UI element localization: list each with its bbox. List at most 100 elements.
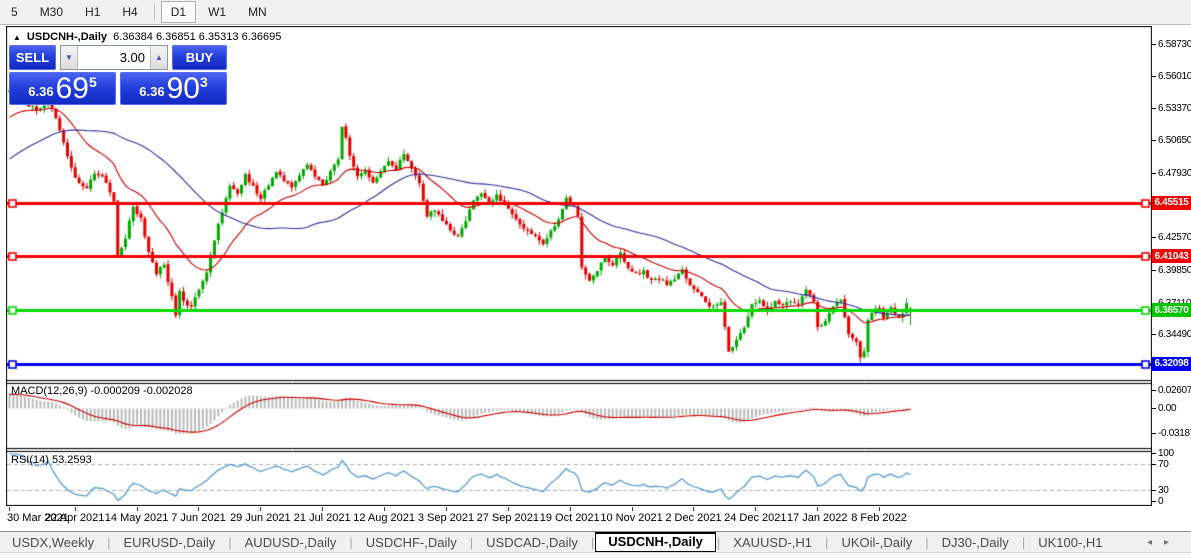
chart-tab-usdcnh[interactable]: USDCNH-,Daily [595,531,716,552]
collapse-chart-icon[interactable]: ▲ [13,33,21,42]
date-tick [879,507,881,511]
chart-tab-xauusd[interactable]: XAUUSD-,H1 [721,534,824,551]
price-axis-tick: 6.53370 [1152,102,1191,114]
tick-dash [1152,334,1156,336]
timeframe-button-d1[interactable]: D1 [160,1,197,23]
timeframe-button-5[interactable]: 5 [1,1,28,23]
sell-price-big: 69 [55,72,89,105]
tab-scroll-right-icon[interactable]: ▸ [1164,537,1181,548]
toolbar-separator [153,3,155,21]
tick-dash [1152,452,1156,454]
tab-scroll-left-icon[interactable]: ◂ [1147,537,1164,548]
tick-dash [1152,407,1156,409]
tick-dash [1152,237,1156,239]
date-label: 21 Jul 2021 [293,512,351,524]
date-tick [631,507,633,511]
date-tick [817,507,819,511]
chart-tab-ukoil[interactable]: UKOil-,Daily [829,534,924,551]
date-tick [198,507,200,511]
timeframe-toolbar: 5 M30 H1 H4 D1 W1 MN [0,0,1191,25]
rsi-indicator-label: RSI(14) 53.2593 [11,454,92,466]
tick-dash [1152,270,1156,272]
chart-tab-usdcad[interactable]: USDCAD-,Daily [474,534,590,551]
date-tick [445,507,447,511]
price-axis-tick: 6.50650 [1152,135,1191,147]
price-line-badge: 6.45515 [1152,195,1191,210]
price-line-badge: 6.36570 [1152,303,1191,318]
chart-tab-eurusd[interactable]: EURUSD-,Daily [112,534,228,551]
chart-tab-usdchf[interactable]: USDCHF-,Daily [354,534,469,551]
tick-dash [1152,173,1156,175]
timeframe-button-h4[interactable]: H4 [112,1,147,23]
date-label: 29 Jun 2021 [230,512,291,524]
tick-label: 6.42570 [1158,232,1191,244]
date-label: 12 Aug 2021 [353,512,415,524]
chart-tab-uk100[interactable]: UK100-,H1 [1026,534,1114,551]
indicator-axis-tick: 0.00 [1152,402,1191,414]
one-click-trading-panel: SELL ▼ 3.00 ▲ BUY 6.36 69 5 6.36 90 3 [9,45,227,105]
tick-label: 6.50650 [1158,135,1191,147]
tick-label: 6.39850 [1158,265,1191,277]
date-label: 17 Jan 2022 [786,512,848,524]
tick-label: 6.34490 [1158,329,1191,341]
tick-label: 70 [1158,458,1169,470]
price-line-badge: 6.32098 [1152,356,1191,371]
tick-label: 6.53370 [1158,102,1191,114]
date-tick [260,507,262,511]
buy-price[interactable]: 6.36 90 3 [120,72,227,105]
tick-dash [1152,463,1156,465]
chart-title-ohlc: 6.36384 6.36851 6.35313 6.36695 [113,31,282,43]
buy-price-sup: 3 [199,74,208,90]
volume-decrease-icon[interactable]: ▼ [61,46,78,69]
price-axis-tick: 6.34490 [1152,329,1191,341]
buy-button[interactable]: BUY [172,45,227,70]
date-tick [74,507,76,511]
tick-label: 6.47930 [1158,168,1191,180]
tick-label: 0.00 [1158,402,1177,414]
volume-increase-icon[interactable]: ▲ [150,46,167,69]
tick-label: 30 [1158,484,1169,496]
chart-tab-usdx[interactable]: USDX,Weekly [0,534,106,551]
chart-title: ▲ USDCNH-,Daily 6.36384 6.36851 6.35313 6… [13,31,281,43]
date-axis: 30 Mar 2021 22 Apr 2021 14 May 2021 7 Jun 2… [6,507,1152,531]
tick-dash [1152,107,1156,109]
status-strip [0,552,1191,558]
date-label: 3 Sep 2021 [417,512,475,524]
timeframe-button-m30[interactable]: M30 [30,1,73,23]
tab-scroll-arrows: ◂▸ [1147,537,1181,548]
tick-label: -0.03187 [1158,427,1191,439]
date-label: 7 Jun 2021 [171,512,226,524]
date-tick [136,507,138,511]
timeframe-button-mn[interactable]: MN [238,1,277,23]
timeframe-button-h1[interactable]: H1 [75,1,110,23]
tick-dash [1152,140,1156,142]
date-tick [569,507,571,511]
chart-title-symbol: USDCNH-,Daily [26,31,107,43]
timeframe-button-w1[interactable]: W1 [198,1,236,23]
sell-button[interactable]: SELL [9,45,56,70]
sell-price-sup: 5 [88,74,97,90]
volume-input[interactable]: 3.00 [78,46,150,69]
trading-terminal: 5 M30 H1 H4 D1 W1 MN ▲ USDCNH-,Daily 6.36384 6.… [0,0,1191,558]
date-tick [9,507,10,511]
buy-price-big: 90 [166,72,200,105]
price-axis-tick: 6.39850 [1152,265,1191,277]
tick-dash [1152,489,1156,491]
date-tick [755,507,757,511]
volume-stepper: ▼ 3.00 ▲ [60,45,168,70]
indicator-axis-tick: 70 [1152,458,1191,470]
date-label: 19 Oct 2021 [539,512,600,524]
chart-tab-audusd[interactable]: AUDUSD-,Daily [233,534,349,551]
date-label: 24 Dec 2021 [724,512,787,524]
tick-label: 0 [1158,495,1164,507]
chart-tab-dj30[interactable]: DJ30-,Daily [930,534,1021,551]
price-axis-tick: 6.42570 [1152,232,1191,244]
date-label: 10 Nov 2021 [600,512,663,524]
date-label: 22 Apr 2021 [45,512,105,524]
sell-price[interactable]: 6.36 69 5 [9,72,116,105]
date-tick [384,507,386,511]
price-line-badge: 6.41043 [1152,249,1191,264]
price-axis-tick: 6.58730 [1152,38,1191,50]
date-label: 27 Sep 2021 [476,512,540,524]
indicator-axis-tick: 0 [1152,495,1191,507]
